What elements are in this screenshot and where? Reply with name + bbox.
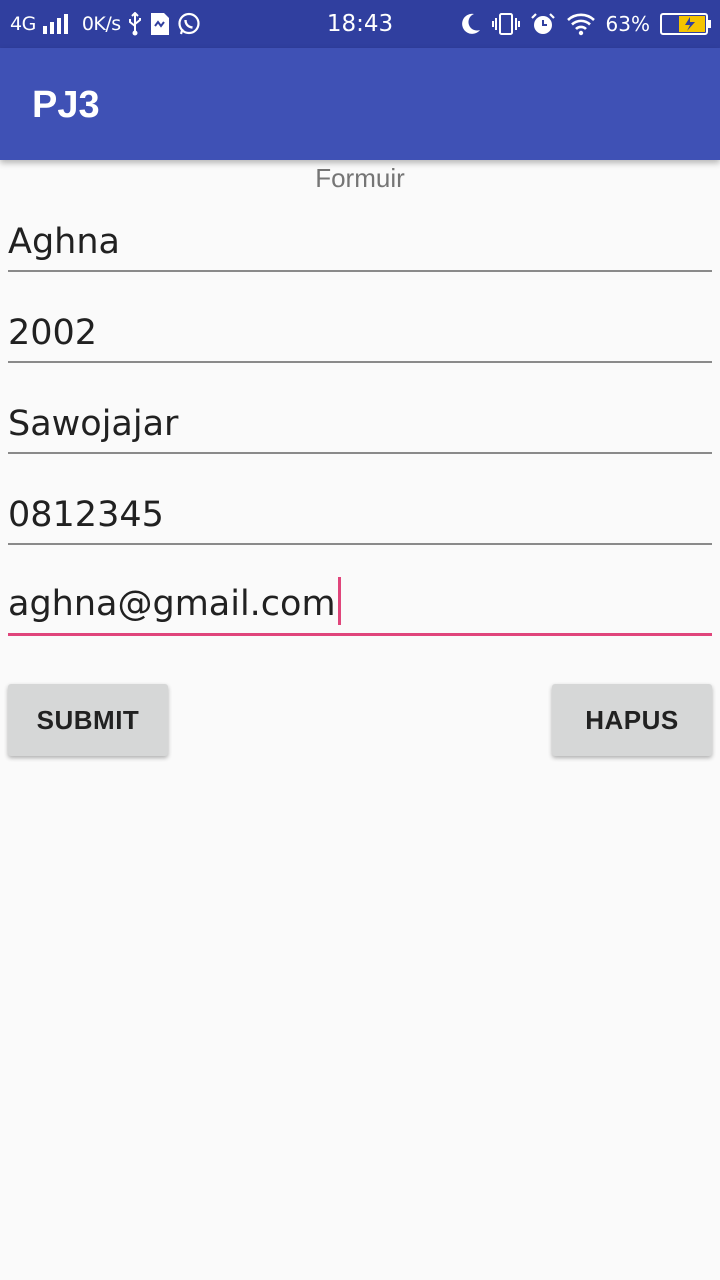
text-cursor — [337, 577, 341, 625]
alarm-icon — [530, 12, 556, 36]
name-field[interactable]: Aghna — [8, 212, 712, 272]
form-heading: Formuir — [315, 163, 405, 193]
status-bar-right: 63% — [460, 0, 712, 48]
address-field[interactable]: Sawojajar — [8, 394, 712, 454]
battery-percentage: 63% — [605, 12, 650, 36]
app-bar: PJ3 — [0, 48, 720, 160]
address-field-value: Sawojajar — [8, 404, 179, 444]
phone-field[interactable]: 0812345 — [8, 485, 712, 545]
year-field[interactable]: 2002 — [8, 303, 712, 363]
name-field-value: Aghna — [8, 222, 120, 262]
vibrate-icon — [491, 12, 520, 36]
battery-icon — [660, 12, 712, 36]
moon-icon — [460, 12, 482, 36]
year-field-value: 2002 — [8, 313, 98, 353]
email-field-value: aghna@gmail.com — [8, 584, 336, 624]
wifi-icon — [566, 12, 596, 36]
phone-field-value: 0812345 — [8, 495, 164, 535]
status-bar: 4G 0K/s 18:43 63% — [0, 0, 720, 48]
clear-button[interactable]: HAPUS — [552, 684, 712, 756]
email-field[interactable]: aghna@gmail.com — [8, 576, 712, 636]
email-field-value-wrap: aghna@gmail.com — [8, 577, 341, 625]
app-title: PJ3 — [32, 84, 100, 126]
submit-button[interactable]: SUBMIT — [8, 684, 168, 756]
